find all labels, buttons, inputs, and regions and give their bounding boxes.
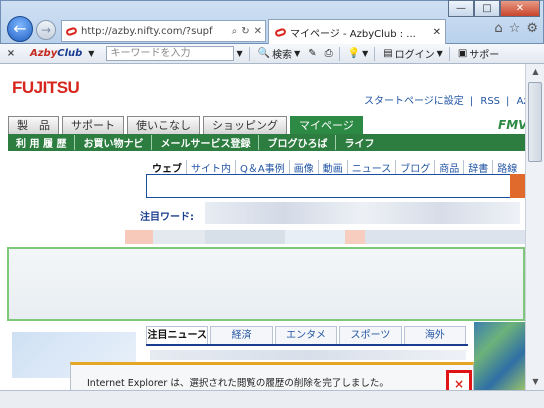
nifty-tab-icon [274,26,287,38]
stop-icon[interactable]: ✕ [254,26,262,37]
login-button[interactable]: ログイン [395,46,435,61]
hot-words-label: 注目ワード: [140,212,194,223]
news-tab-economy[interactable]: 経済 [210,326,273,344]
search-tab-video[interactable]: 動画 [319,160,348,175]
blurred-content [150,350,466,360]
brand-part-2: Club [57,48,83,59]
news-tab-top[interactable]: 注目ニュース [146,326,209,344]
window-close-button[interactable]: ✕ [500,0,540,17]
lightbulb-icon[interactable]: 💡 [348,48,360,59]
tab-title: マイページ - AzbyClub : ... [290,28,416,40]
forward-button[interactable]: → [36,20,56,40]
fmv-logo: FMV [498,118,525,132]
window-controls: — □ ✕ [448,0,540,18]
page-content: FUJITSU スタートページに設定| RSS| Azby 製 品 サポート 使… [0,64,525,390]
maximize-button[interactable]: □ [474,0,500,17]
search-button[interactable]: 検索 [272,46,292,61]
nav-tab-shopping[interactable]: ショッピング [203,116,287,134]
top-links: スタートページに設定| RSS| Azby [364,92,525,107]
search-tab-blog[interactable]: ブログ [396,160,436,175]
news-tabs: 注目ニュース 経済 エンタメ スポーツ 海外 [146,326,468,346]
gear-icon[interactable]: ⚙ [526,21,538,36]
support-icon: ▣ [457,48,468,59]
site-search-input[interactable] [146,174,510,198]
minimize-button[interactable]: — [448,0,474,17]
scroll-down-icon[interactable]: ▼ [526,374,544,390]
address-bar[interactable]: http://azby.nifty.com/?supf ⌕ ↻ ✕ [61,20,266,42]
site-search-button[interactable] [510,174,525,198]
azbyclub-logo[interactable]: AzbyClub [30,48,82,59]
scroll-up-icon[interactable]: ▲ [526,64,544,80]
back-arrow-icon: ← [13,19,27,38]
tab-close-icon[interactable]: ✕ [433,27,441,38]
search-tab-route[interactable]: 路線 [493,160,521,175]
close-icon: × [453,377,465,391]
azby-toolbar: × AzbyClub ▼ キーワードを入力 ▼ 🔍 検索 ▼ ✎ ⎙ 💡 ▼ ▤… [0,44,544,64]
dropdown-arrow-icon[interactable]: ▼ [294,49,300,58]
search-tab-site[interactable]: サイト内 [187,160,236,175]
bookmark-icon[interactable]: ⎙ [325,48,333,59]
separator [248,46,250,61]
nav-tab-usage[interactable]: 使いこなし [127,116,200,134]
blurred-content [125,230,525,244]
blurred-content [205,202,520,224]
separator [448,46,450,61]
nav-tab-products[interactable]: 製 品 [8,116,59,134]
search-type-tabs: ウェブ サイト内 Q＆A事例 画像 動画 ニュース ブログ 商品 辞書 路線 [148,160,521,175]
refresh-icon[interactable]: ↻ [241,26,249,37]
nav-tab-support[interactable]: サポート [62,116,124,134]
rss-link[interactable]: RSS [480,96,500,107]
support-button[interactable]: サポー [469,46,499,61]
address-text: http://azby.nifty.com/?supf [81,25,213,37]
keyword-input[interactable]: キーワードを入力 [106,46,235,61]
status-bar [0,390,544,408]
dropdown-arrow-icon[interactable]: ▼ [362,49,368,58]
pen-icon[interactable]: ✎ [308,48,316,59]
news-tab-sports[interactable]: スポーツ [339,326,402,344]
separator [338,46,340,61]
sub-nav-mail[interactable]: メールサービス登録 [152,135,260,150]
azby-link[interactable]: Azby [517,96,525,107]
dropdown-arrow-icon[interactable]: ▼ [437,49,443,58]
news-tab-world[interactable]: 海外 [403,326,467,344]
favorites-star-icon[interactable]: ☆ [509,21,521,36]
home-icon[interactable]: ⌂ [494,21,502,36]
search-tab-news[interactable]: ニュース [348,160,397,175]
blurred-image [474,322,525,390]
search-tab-dictionary[interactable]: 辞書 [464,160,494,175]
login-icon: ▤ [383,48,393,59]
notification-message: Internet Explorer は、選択された閲覧の履歴の削除を完了しました… [87,378,389,389]
global-nav: 製 品 サポート 使いこなし ショッピング マイページ [8,116,363,134]
search-tab-qa[interactable]: Q＆A事例 [236,160,290,175]
tab-mypage[interactable]: マイページ - AzbyClub : ... ✕ [268,19,446,44]
news-tab-entertainment[interactable]: エンタメ [274,326,338,344]
search-tab-web[interactable]: ウェブ [148,160,187,175]
search-icon[interactable]: ⌕ [232,26,238,37]
browser-tools: ⌂ ☆ ⚙ [494,21,538,36]
forward-arrow-icon: → [40,23,52,37]
search-tab-products[interactable]: 商品 [435,160,465,175]
sub-nav: 利 用 履 歴 お買い物ナビ メールサービス登録 ブログひろば ライフ [8,134,525,151]
vertical-scrollbar[interactable]: ▲ ▼ [525,64,544,390]
search-icon: 🔍 [257,48,271,59]
scroll-thumb[interactable] [528,82,542,162]
nifty-site-icon [65,25,78,37]
search-tab-image[interactable]: 画像 [290,160,319,175]
set-start-page-link[interactable]: スタートページに設定 [364,96,464,107]
sub-nav-shopping[interactable]: お買い物ナビ [75,135,153,150]
fujitsu-logo[interactable]: FUJITSU [12,78,80,98]
sub-nav-life[interactable]: ライフ [336,135,382,150]
sub-nav-history[interactable]: 利 用 履 歴 [8,135,76,150]
nav-tab-mypage[interactable]: マイページ [290,116,363,134]
featured-area [7,247,525,321]
dropdown-arrow-icon[interactable]: ▼ [236,49,242,58]
toolbar-close-icon[interactable]: × [4,48,18,59]
separator [374,46,376,61]
dropdown-arrow-icon[interactable]: ▼ [88,49,94,58]
brand-part-1: Azby [30,48,58,59]
sub-nav-blog[interactable]: ブログひろば [259,135,337,150]
back-button[interactable]: ← [7,16,33,42]
